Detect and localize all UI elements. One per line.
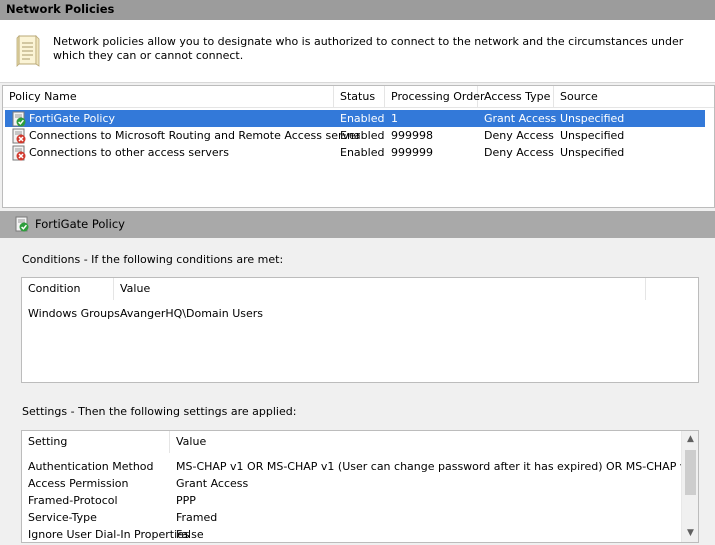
- setting-value: Grant Access: [176, 477, 249, 490]
- policy-list[interactable]: Policy Name Status Processing Order Acce…: [2, 85, 715, 208]
- conditions-label: Conditions - If the following conditions…: [22, 253, 284, 266]
- window-title: Network Policies: [6, 2, 115, 16]
- setting-row[interactable]: Ignore User Dial-In Properties False: [22, 526, 682, 542]
- setting-name: Authentication Method: [28, 460, 154, 473]
- column-header-policy-name[interactable]: Policy Name: [3, 86, 334, 108]
- setting-value: PPP: [176, 494, 196, 507]
- policy-name: Connections to Microsoft Routing and Rem…: [29, 129, 361, 142]
- policy-source: Unspecified: [560, 146, 625, 159]
- setting-value: Framed: [176, 511, 218, 524]
- policy-row[interactable]: Connections to other access servers Enab…: [5, 144, 705, 161]
- setting-name: Framed-Protocol: [28, 494, 118, 507]
- policy-name: Connections to other access servers: [29, 146, 229, 159]
- policy-name: FortiGate Policy: [29, 112, 116, 125]
- policy-access: Deny Access: [484, 129, 554, 142]
- column-header-source[interactable]: Source: [554, 86, 714, 108]
- setting-row[interactable]: Authentication Method MS-CHAP v1 OR MS-C…: [22, 458, 696, 475]
- settings-label: Settings - Then the following settings a…: [22, 405, 297, 418]
- policy-deny-icon: [12, 145, 26, 161]
- setting-name: Access Permission: [28, 477, 129, 490]
- condition-row[interactable]: Windows Groups AvangerHQ\Domain Users: [22, 305, 698, 322]
- setting-name: Ignore User Dial-In Properties: [28, 528, 190, 541]
- column-header-access-type[interactable]: Access Type: [478, 86, 554, 108]
- setting-row[interactable]: Access Permission Grant Access: [22, 475, 682, 492]
- policy-status: Enabled: [340, 129, 385, 142]
- setting-row[interactable]: Service-Type Framed: [22, 509, 682, 526]
- setting-value: MS-CHAP v1 OR MS-CHAP v1 (User can chang…: [176, 460, 696, 473]
- conditions-list[interactable]: Condition Value Windows Groups AvangerHQ…: [21, 277, 699, 383]
- document-icon: [16, 35, 40, 67]
- policy-deny-icon: [12, 128, 26, 144]
- policy-source: Unspecified: [560, 129, 625, 142]
- column-header-value[interactable]: Value: [114, 278, 646, 300]
- setting-name: Service-Type: [28, 511, 97, 524]
- column-header-value[interactable]: Value: [170, 431, 680, 453]
- policy-grant-icon: [12, 111, 26, 127]
- column-header-condition[interactable]: Condition: [22, 278, 114, 300]
- scrollbar-thumb[interactable]: [685, 450, 696, 495]
- policy-access: Grant Access: [484, 112, 557, 125]
- settings-scrollbar[interactable]: ▲ ▼: [681, 431, 698, 542]
- policy-source: Unspecified: [560, 112, 625, 125]
- policy-row[interactable]: FortiGate Policy Enabled 1 Grant Access …: [5, 110, 705, 127]
- detail-title: FortiGate Policy: [35, 217, 125, 231]
- setting-value: False: [176, 528, 204, 541]
- condition-value: AvangerHQ\Domain Users: [120, 307, 263, 320]
- column-header-setting[interactable]: Setting: [22, 431, 170, 453]
- scroll-down-arrow-icon[interactable]: ▼: [682, 525, 698, 542]
- policy-order: 999999: [391, 146, 433, 159]
- settings-list[interactable]: Setting Value Authentication Method MS-C…: [21, 430, 699, 543]
- setting-row[interactable]: Framed-Protocol PPP: [22, 492, 682, 509]
- policy-status: Enabled: [340, 146, 385, 159]
- intro-panel: Network policies allow you to designate …: [0, 20, 715, 83]
- scroll-up-arrow-icon[interactable]: ▲: [682, 431, 698, 448]
- column-header-status[interactable]: Status: [334, 86, 385, 108]
- condition-name: Windows Groups: [28, 307, 120, 320]
- policy-order: 999998: [391, 129, 433, 142]
- policy-status: Enabled: [340, 112, 385, 125]
- intro-description: Network policies allow you to designate …: [53, 35, 684, 62]
- policy-order: 1: [391, 112, 398, 125]
- policy-list-header: Policy Name Status Processing Order Acce…: [3, 86, 714, 108]
- detail-title-bar: FortiGate Policy: [0, 211, 715, 238]
- window-title-bar: Network Policies: [0, 0, 715, 20]
- policy-row[interactable]: Connections to Microsoft Routing and Rem…: [5, 127, 705, 144]
- policy-grant-icon: [15, 216, 29, 232]
- column-header-processing-order[interactable]: Processing Order: [385, 86, 485, 108]
- policy-access: Deny Access: [484, 146, 554, 159]
